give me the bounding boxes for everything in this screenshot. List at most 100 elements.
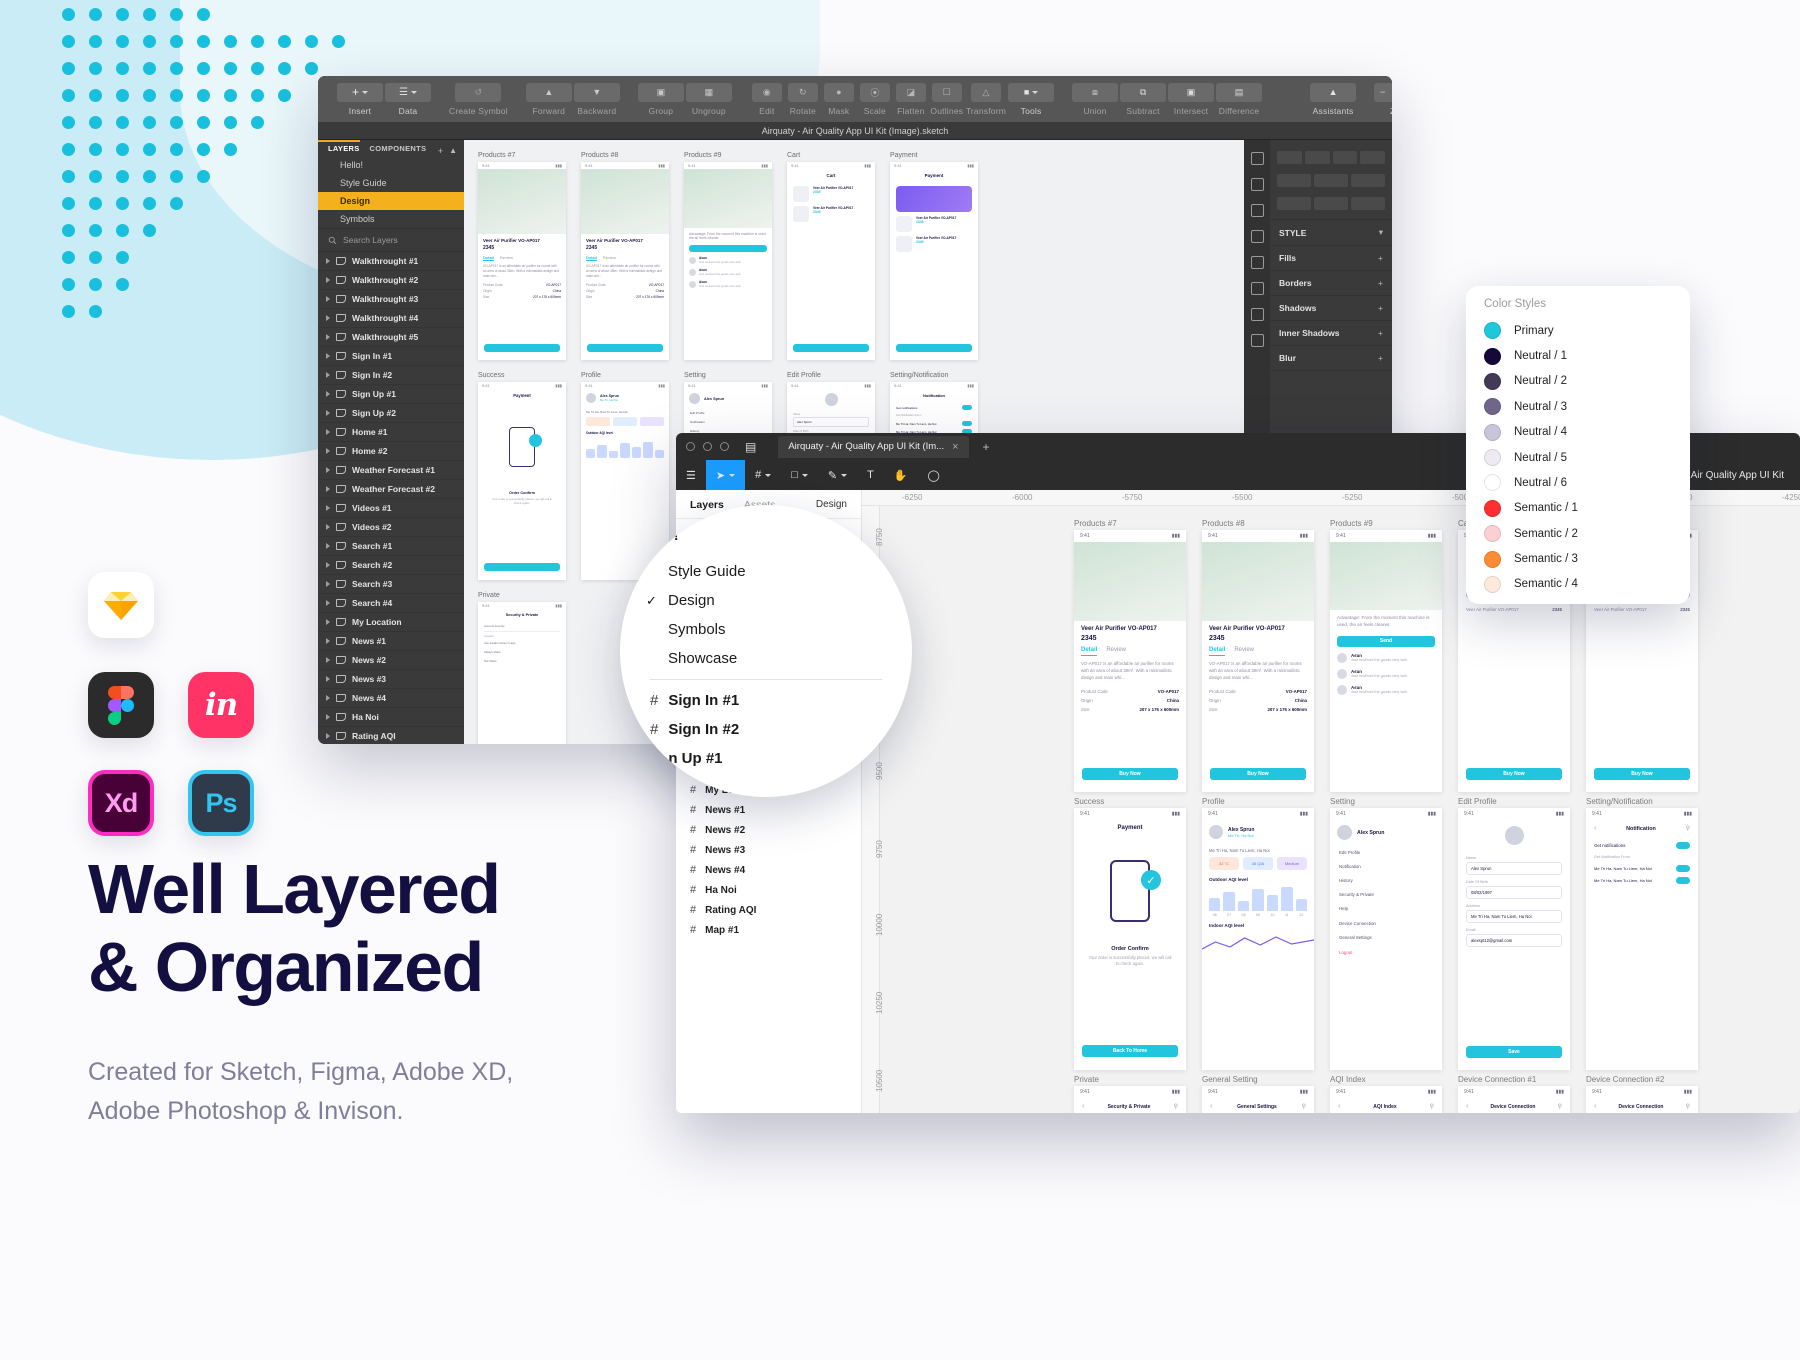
sketch-borders-row[interactable]: Borders + (1270, 271, 1392, 296)
sketch-artboard[interactable]: 9:41 ▮▮▮ Cart Veer Air Purifier VO-AP017 234… (787, 162, 875, 360)
add-inner-shadow-icon[interactable]: + (1378, 328, 1383, 338)
figma-design-dropdown[interactable]: Design (816, 499, 847, 511)
figma-tab-layers[interactable]: Layers (690, 499, 724, 511)
close-icon[interactable]: × (952, 441, 958, 453)
sketch-layer-row[interactable]: Videos #1 (318, 499, 464, 518)
sketch-fills-row[interactable]: Fills + (1270, 246, 1392, 271)
disclosure-triangle-icon[interactable] (326, 486, 330, 492)
sketch-tool-flatten[interactable]: ◪ Flatten (894, 82, 928, 116)
sketch-tool-subtract[interactable]: ⧉ Subtract (1120, 82, 1167, 116)
sketch-artboard[interactable]: 9:41 ▮▮▮ Alex Sprun Me Tri, Ha Noi Me Tri Ha… (581, 382, 669, 580)
sketch-artboard[interactable]: 9:41 ▮▮▮ Advantage: From the moment this m… (684, 162, 772, 360)
sketch-tool-outlines[interactable]: ☐ Outlines (930, 82, 964, 116)
sketch-layer-row[interactable]: Search #1 (318, 537, 464, 556)
sketch-artboard[interactable]: 9:41 ▮▮▮ Veer Air Purifier VO-AP017 2345 Det… (581, 162, 669, 360)
figma-move-tool[interactable]: ➤ (705, 460, 746, 490)
disclosure-triangle-icon[interactable] (326, 410, 330, 416)
sketch-layer-row[interactable]: Walkthrought #4 (318, 309, 464, 328)
disclosure-triangle-icon[interactable] (326, 448, 330, 454)
sketch-tool-assistants[interactable]: ▲ Assistants (1310, 82, 1357, 116)
disclosure-triangle-icon[interactable] (326, 524, 330, 530)
align-left-icon[interactable] (1250, 152, 1264, 165)
magnifier-frame-item[interactable]: # Sign In #1 (620, 686, 912, 715)
figma-frame[interactable]: 9:41 ▮▮▮ ‹ AQI Index ⚲ (1330, 1086, 1442, 1113)
figma-frame[interactable]: 9:41 ▮▮▮ Veer Air Purifier VO-AP017 2345 Det… (1074, 530, 1186, 792)
add-shadow-icon[interactable]: + (1378, 303, 1383, 313)
color-style-row[interactable]: Neutral / 3 (1466, 394, 1690, 419)
disclosure-triangle-icon[interactable] (326, 353, 330, 359)
image-panel-icon[interactable] (1250, 334, 1264, 347)
align-field[interactable] (1277, 151, 1302, 164)
symbol-panel-icon[interactable] (1250, 256, 1264, 269)
h-field[interactable] (1277, 197, 1311, 210)
figma-frame[interactable]: 9:41 ▮▮▮ Alex Sprun Me Tri, Ha Noi Me Tri Ha… (1201, 808, 1315, 1070)
sketch-inner-shadows-row[interactable]: Inner Shadows + (1270, 321, 1392, 346)
sketch-layer-row[interactable]: Videos #2 (318, 518, 464, 537)
color-style-row[interactable]: Semantic / 2 (1466, 521, 1690, 546)
figma-frame[interactable]: 9:41 ▮▮▮ Name Alex Sprun Date Of Birth 08/02/… (1458, 808, 1570, 1070)
figma-pen-tool[interactable]: ✎ (818, 460, 857, 490)
disclosure-triangle-icon[interactable] (326, 429, 330, 435)
sketch-layer-row[interactable]: Walkthrought #1 (318, 252, 464, 271)
disclosure-triangle-icon[interactable] (326, 315, 330, 321)
zoom-out-icon[interactable]: − (1380, 87, 1385, 97)
sketch-page-design[interactable]: Design (318, 192, 464, 210)
figma-frame[interactable]: 9:41 ▮▮▮ Advantage: From the moment this m… (1330, 530, 1442, 792)
sketch-tool-union[interactable]: ⧈ Union (1072, 82, 1119, 116)
export-panel-icon[interactable] (1250, 178, 1264, 191)
magnifier-page-item[interactable]: Showcase (620, 644, 912, 673)
play-panel-icon[interactable] (1250, 204, 1264, 217)
add-fill-icon[interactable]: + (1378, 253, 1383, 263)
sketch-layer-row[interactable]: Sign Up #1 (318, 385, 464, 404)
disclosure-triangle-icon[interactable] (326, 296, 330, 302)
figma-frame[interactable]: 9:41 ▮▮▮ ‹ General Settings ⚲ (1202, 1086, 1314, 1113)
disclosure-triangle-icon[interactable] (326, 562, 330, 568)
window-minimize-icon[interactable] (703, 442, 712, 451)
figma-frame[interactable]: 9:41 ▮▮▮ Alex Sprun Edit Profile Notificatio… (1330, 808, 1442, 1070)
rotation-field[interactable] (1314, 197, 1348, 210)
sketch-artboard[interactable]: 9:41 ▮▮▮ Payment Order Confirm Your order is… (478, 382, 566, 580)
figma-text-tool[interactable]: T (857, 460, 884, 490)
sketch-layer-row[interactable]: Home #2 (318, 442, 464, 461)
disclosure-triangle-icon[interactable] (326, 372, 330, 378)
color-style-row[interactable]: Primary (1466, 318, 1690, 343)
align-field[interactable] (1360, 151, 1385, 164)
sketch-style-section[interactable]: STYLE ▾ (1270, 219, 1392, 246)
sketch-layer-row[interactable]: Sign Up #2 (318, 404, 464, 423)
window-maximize-icon[interactable] (720, 442, 729, 451)
sketch-tool-forward[interactable]: ▲ Forward (525, 82, 572, 116)
color-styles-list[interactable]: Primary Neutral / 1 Neutral / 2 Neutral / 3… (1466, 318, 1690, 597)
sketch-artboard[interactable]: 9:41 ▮▮▮ Payment Veer Air Purifier VO-AP017… (890, 162, 978, 360)
color-style-row[interactable]: Neutral / 5 (1466, 445, 1690, 470)
sketch-tab-components[interactable]: COMPONENTS (360, 144, 427, 156)
sketch-page-hello[interactable]: Hello! (318, 156, 464, 174)
sketch-blur-row[interactable]: Blur + (1270, 346, 1392, 371)
sketch-tool-insert[interactable]: + Insert (337, 82, 383, 116)
sketch-page-symbols[interactable]: Symbols (318, 210, 464, 228)
sketch-tool-backward[interactable]: ▼ Backward (573, 82, 620, 116)
sketch-layer-row[interactable]: Sign In #1 (318, 347, 464, 366)
window-close-icon[interactable] (686, 442, 695, 451)
sketch-tool-create-symbol[interactable]: ↺ Create Symbol (449, 82, 508, 116)
color-style-row[interactable]: Neutral / 4 (1466, 420, 1690, 445)
sketch-layer-row[interactable]: Sign In #2 (318, 366, 464, 385)
settings-panel-icon[interactable] (1250, 230, 1264, 243)
figma-menu-button[interactable]: ☰ (676, 460, 706, 490)
add-blur-icon[interactable]: + (1378, 353, 1383, 363)
color-style-row[interactable]: Semantic / 1 (1466, 496, 1690, 521)
figma-frame[interactable]: 9:41 ▮▮▮ ‹ Notification ⚲ Get notifications Ge… (1586, 808, 1698, 1070)
sketch-tool-intersect[interactable]: ▣ Intersect (1168, 82, 1215, 116)
color-style-row[interactable]: Semantic / 3 (1466, 546, 1690, 571)
sketch-tool-data[interactable]: ☰ Data (385, 82, 431, 116)
color-style-row[interactable]: Neutral / 2 (1466, 369, 1690, 394)
figma-hand-tool[interactable]: ✋ (884, 460, 918, 490)
disclosure-triangle-icon[interactable] (326, 505, 330, 511)
disclosure-triangle-icon[interactable] (326, 391, 330, 397)
figma-frame-tool[interactable]: # (745, 460, 781, 490)
figma-comment-tool[interactable]: ◯ (918, 460, 950, 490)
disclosure-triangle-icon[interactable] (326, 277, 330, 283)
sketch-tool-mask[interactable]: ● Mask (822, 82, 856, 116)
color-style-row[interactable]: Neutral / 1 (1466, 343, 1690, 368)
sketch-tool-tools[interactable]: ■ Tools (1008, 82, 1055, 116)
figma-frame[interactable]: 9:41 ▮▮▮ ‹ Device Connection ⚲ (1458, 1086, 1570, 1113)
